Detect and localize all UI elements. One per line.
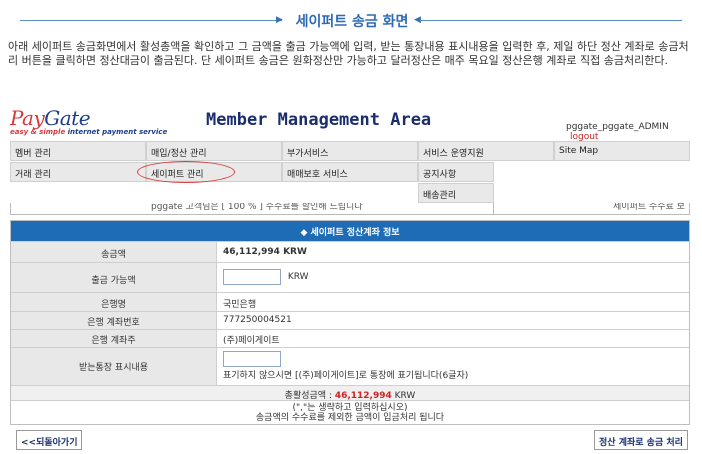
note-line-1: (","는 생략하고 입력하십시오) — [292, 403, 408, 413]
paygate-logo: PayGate easy & simple internet payment s… — [10, 106, 167, 136]
logo-tagline-b: internet payment service — [65, 128, 168, 136]
account-info: pggate_pggate_ADMIN logout — [566, 122, 702, 142]
fee-strip: pggate 고객님은 [ 100 % ] 수수료를 할인해 드립니다 세이퍼트… — [10, 203, 690, 215]
value-bank: 국민은행 — [223, 300, 257, 310]
memo-hint: 표기하지 않으시면 [(주)페이게이트]로 통장에 표기됩니다(6글자) — [223, 371, 469, 381]
logo-pay: Pay — [10, 106, 45, 130]
total-amount: 46,112,994 — [334, 391, 392, 401]
menu-shipping[interactable]: 배송관리 — [418, 183, 494, 203]
value-amount: 46,112,994 KRW — [223, 247, 307, 257]
menu-member[interactable]: 멤버 관리 — [10, 141, 146, 161]
menu-settlement[interactable]: 매입/정산 관리 — [146, 141, 282, 161]
label-withdrawable: 출금 가능액 — [91, 276, 136, 286]
row-holder: 은행 계좌주 (주)페이게이트 — [11, 329, 689, 347]
total-unit: KRW — [391, 391, 416, 401]
section-title-text: 세이퍼트 송금 화면 — [295, 14, 409, 30]
logo-gate: Gate — [44, 106, 91, 130]
total-label: 총활성금액 : — [284, 391, 335, 401]
menu-sitemap[interactable]: Site Map — [554, 141, 690, 161]
fee-discount-text: pggate 고객님은 [ 100 % ] 수수료를 할인해 드립니다 — [151, 203, 363, 212]
label-holder: 은행 계좌주 — [91, 336, 136, 346]
memo-input[interactable] — [223, 351, 281, 367]
withdrawable-input[interactable] — [223, 269, 281, 285]
row-withdrawable: 출금 가능액 KRW — [11, 262, 689, 292]
back-button[interactable]: <<되돌아가기 — [16, 430, 83, 450]
menu-addon[interactable]: 부가서비스 — [282, 141, 418, 161]
menu-transaction[interactable]: 거래 관리 — [10, 162, 146, 182]
send-to-settlement-button[interactable]: 정산 계좌로 송금 처리 — [594, 430, 688, 450]
row-memo: 받는통장 표시내용 표기하지 않으시면 [(주)페이게이트]로 통장에 표기됩니… — [11, 347, 689, 385]
highlight-ellipse — [137, 161, 235, 183]
title-left-rule — [20, 20, 282, 21]
arrow-right-icon: ▶ — [276, 15, 283, 25]
logo-tagline-a: easy & simple — [10, 128, 66, 136]
menu-ops-support[interactable]: 서비스 운영지원 — [418, 141, 554, 161]
table-title: ◆ 세이퍼트 정산계좌 정보 — [11, 221, 689, 241]
value-holder: (주)페이게이트 — [223, 336, 280, 346]
total-active-amount: 총활성금액 : 46,112,994 KRW — [11, 385, 689, 401]
row-amount: 송금액 46,112,994 KRW — [11, 241, 689, 262]
label-amount: 송금액 — [101, 250, 126, 260]
settlement-table: ◆ 세이퍼트 정산계좌 정보 송금액 46,112,994 KRW 출금 가능액… — [10, 220, 690, 425]
label-memo: 받는통장 표시내용 — [78, 363, 149, 373]
row-bank: 은행명 국민은행 — [11, 292, 689, 311]
menu-notice[interactable]: 공지사항 — [418, 162, 494, 182]
area-title: Member Management Area — [206, 110, 432, 130]
label-account-no: 은행 계좌번호 — [87, 318, 140, 328]
fee-view-link[interactable]: 세이퍼트 수수료 보기 — [613, 203, 689, 214]
account-name: pggate_pggate_ADMIN — [566, 122, 669, 132]
fee-divider — [493, 203, 494, 214]
main-menu: 멤버 관리 거래 관리 매입/정산 관리 세이퍼트 관리 부가서비스 매매보호 … — [10, 141, 690, 204]
description: 아래 세이퍼트 송금화면에서 활성총액을 확인하고 그 금액을 출금 가능액에 … — [8, 40, 689, 67]
section-title: ▶ 세이퍼트 송금 화면 ◀ — [0, 8, 702, 32]
table-note: (","는 생략하고 입력하십시오) 송금액의 수수료를 제외한 금액이 입금처… — [11, 400, 689, 424]
title-right-rule — [420, 20, 682, 21]
label-bank: 은행명 — [101, 300, 126, 310]
note-line-2: 송금액의 수수료를 제외한 금액이 입금처리 됩니다 — [255, 413, 445, 423]
value-account-no: 777250004521 — [223, 315, 292, 325]
withdrawable-unit: KRW — [287, 272, 309, 282]
row-account-no: 은행 계좌번호 777250004521 — [11, 311, 689, 329]
menu-escrow[interactable]: 매매보호 서비스 — [282, 162, 418, 182]
